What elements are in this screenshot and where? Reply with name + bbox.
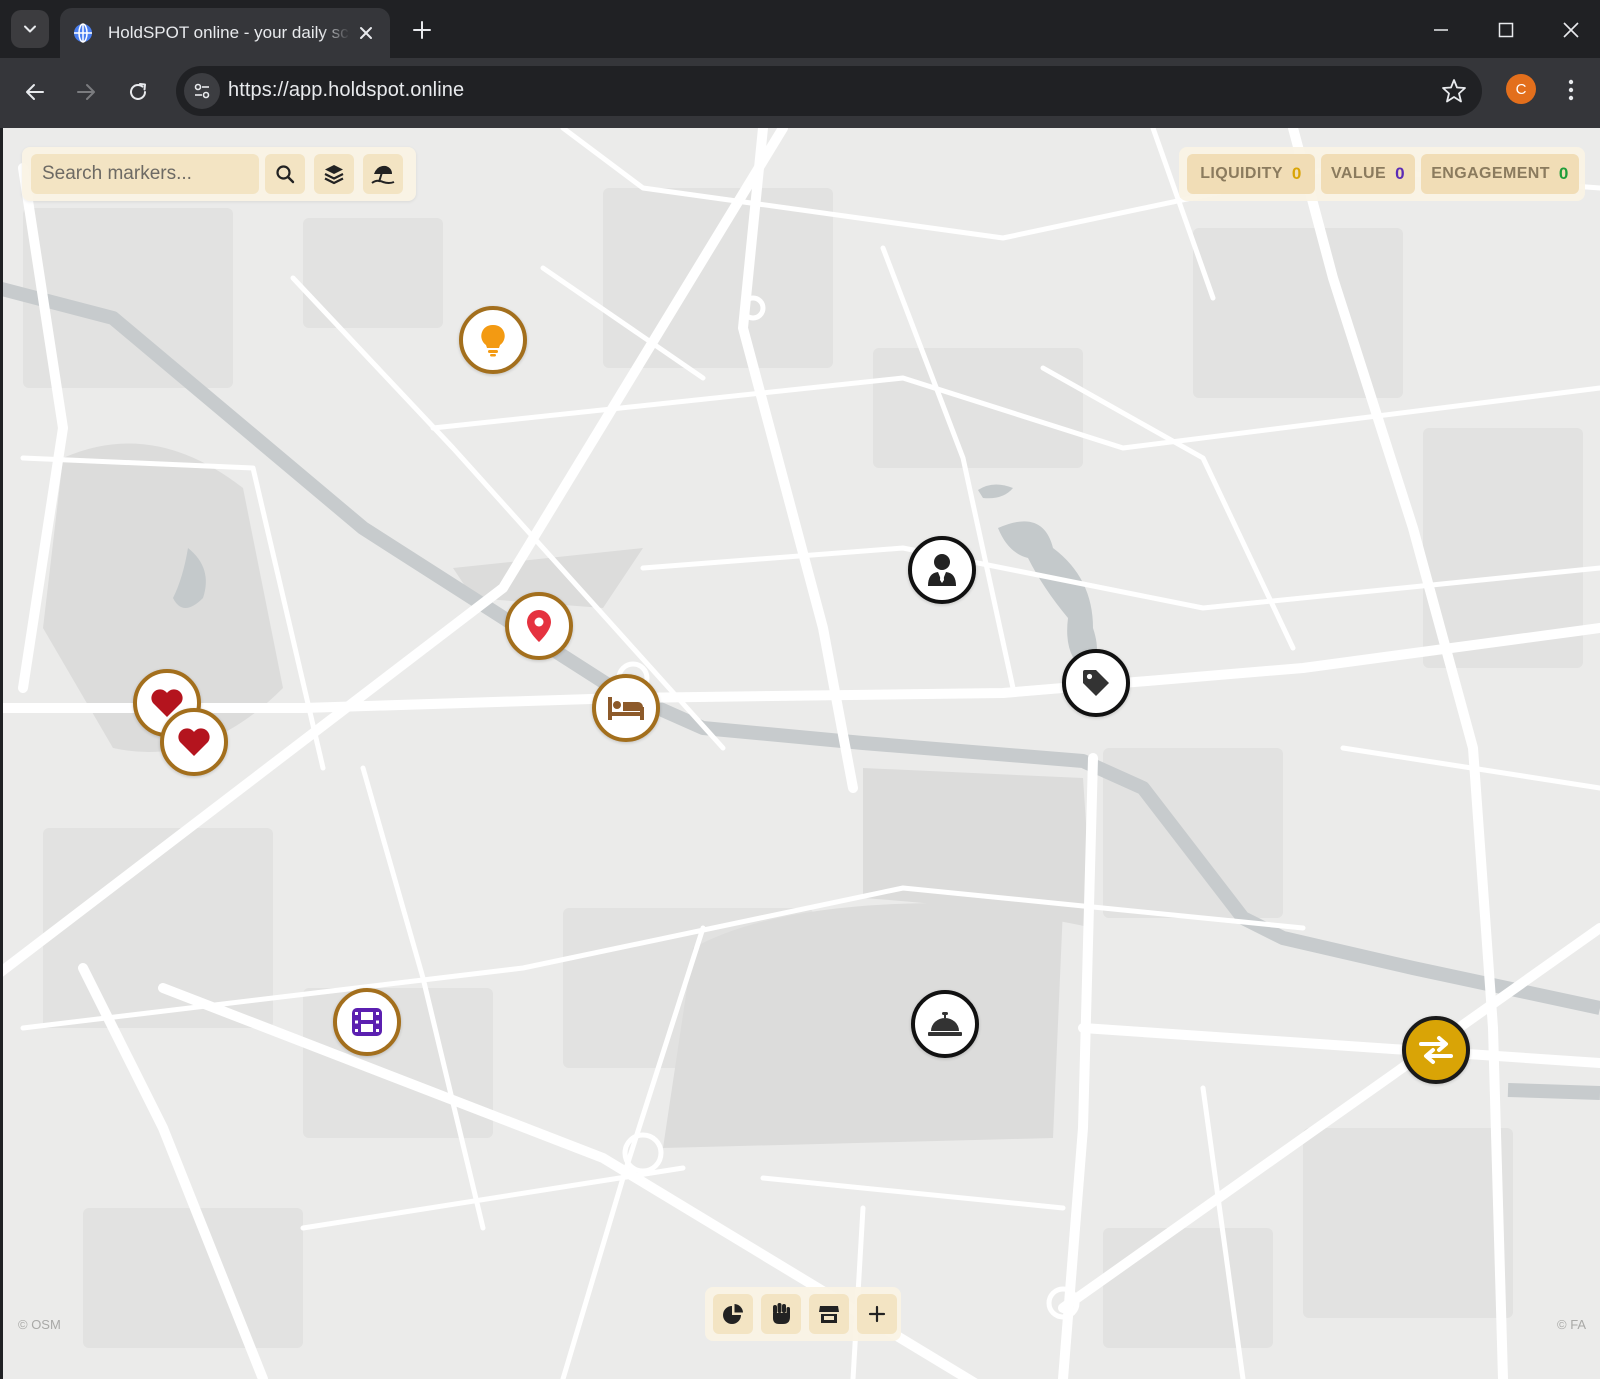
stats-chart-button[interactable] [713,1294,753,1334]
map-canvas[interactable]: LIQUIDITY 0 VALUE 0 ENGAGEMENT 0 [3,128,1600,1379]
bed-icon [608,697,644,720]
map-tiles[interactable] [3,128,1600,1379]
engagement-value: 0 [1558,164,1569,183]
add-marker-button[interactable] [857,1294,897,1334]
more-vertical-icon [1568,79,1574,101]
user-tie-icon [928,554,956,586]
marker-exchange[interactable] [1402,1016,1470,1084]
close-window-button[interactable] [1548,8,1594,52]
heart-icon [178,728,210,756]
browser-titlebar: HoldSPOT online - your daily sc [0,0,1600,58]
forward-button[interactable] [66,72,106,112]
layers-icon [324,165,344,185]
value-stat: VALUE 0 [1321,154,1415,194]
engagement-stat: ENGAGEMENT 0 [1421,154,1579,194]
url-text: https://app.holdspot.online [228,79,465,101]
value-label: VALUE [1331,165,1387,182]
reload-button[interactable] [118,72,158,112]
bottom-toolbar [705,1287,901,1341]
reload-icon [130,83,146,100]
profile-avatar[interactable]: C [1506,74,1536,104]
tab-close-button[interactable] [350,17,382,49]
close-icon [360,27,372,39]
location-pin-icon [527,610,551,642]
close-icon [1563,22,1579,38]
minimize-icon [1434,29,1448,31]
stats-panel: LIQUIDITY 0 VALUE 0 ENGAGEMENT 0 [1179,147,1585,201]
arrow-right-icon [77,84,95,100]
beach-mode-button[interactable] [363,154,403,194]
chart-pie-icon [723,1304,743,1324]
hand-fist-icon [773,1303,790,1324]
globe-icon [74,23,92,43]
search-button[interactable] [265,154,305,194]
marker-concierge-bell[interactable] [911,990,979,1058]
engagement-label: ENGAGEMENT [1431,165,1550,182]
umbrella-beach-icon [371,165,395,184]
tune-icon [194,83,210,99]
marker-film[interactable] [333,988,401,1056]
engage-button[interactable] [761,1294,801,1334]
tab-title: HoldSPOT online - your daily sc [108,23,349,42]
star-icon[interactable] [1440,77,1468,105]
attribution-fa[interactable]: © FA [1557,1317,1586,1332]
tab-search-button[interactable] [11,10,49,48]
plus-icon [413,21,431,39]
marker-tag[interactable] [1062,649,1130,717]
arrow-left-icon [26,84,44,100]
chevron-down-icon [24,25,36,33]
liquidity-stat: LIQUIDITY 0 [1187,154,1315,194]
marker-search-panel [22,147,416,201]
minimize-button[interactable] [1418,8,1464,52]
store-icon [819,1306,839,1323]
browser-menu-button[interactable] [1556,74,1586,106]
marker-location-pin[interactable] [505,592,573,660]
exchange-icon [1419,1036,1453,1064]
layers-button[interactable] [314,154,354,194]
lightbulb-icon [481,324,505,357]
search-input[interactable] [31,154,259,194]
film-icon [352,1008,382,1036]
browser-tab-active[interactable]: HoldSPOT online - your daily sc [60,8,390,58]
tag-icon [1083,670,1109,696]
marker-user-tie[interactable] [908,536,976,604]
store-button[interactable] [809,1294,849,1334]
new-tab-button[interactable] [404,12,440,48]
browser-toolbar: https://app.holdspot.online C [0,58,1600,128]
marker-lightbulb[interactable] [459,306,527,374]
concierge-bell-icon [928,1012,962,1036]
liquidity-label: LIQUIDITY [1200,165,1283,182]
plus-icon [868,1305,886,1323]
liquidity-value: 0 [1291,164,1302,183]
search-icon [276,165,295,184]
value-value: 0 [1395,164,1405,183]
maximize-icon [1498,22,1514,38]
marker-heart-2[interactable] [160,708,228,776]
back-button[interactable] [15,72,55,112]
attribution-osm[interactable]: © OSM [18,1317,61,1332]
address-bar[interactable]: https://app.holdspot.online [176,66,1482,116]
marker-bed[interactable] [592,674,660,742]
site-info-button[interactable] [184,73,220,109]
maximize-button[interactable] [1483,8,1529,52]
